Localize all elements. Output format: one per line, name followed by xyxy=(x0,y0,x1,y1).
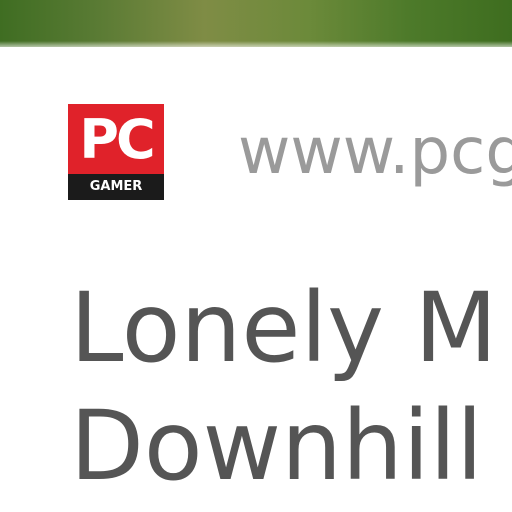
source-url[interactable]: www.pcg xyxy=(238,112,512,192)
source-row[interactable]: PC GAMER www.pcg xyxy=(68,104,512,200)
logo-sub-text: GAMER xyxy=(68,174,164,200)
article-card[interactable]: PC GAMER www.pcg Lonely M Downhill xyxy=(0,47,512,512)
logo-main-text: PC xyxy=(79,108,155,171)
headline-line-1: Lonely M xyxy=(70,272,498,384)
headline-line-2: Downhill xyxy=(70,390,483,502)
article-headline[interactable]: Lonely M Downhill xyxy=(70,269,512,505)
hero-image-strip[interactable] xyxy=(0,0,512,47)
pc-gamer-logo: PC GAMER xyxy=(68,104,164,200)
